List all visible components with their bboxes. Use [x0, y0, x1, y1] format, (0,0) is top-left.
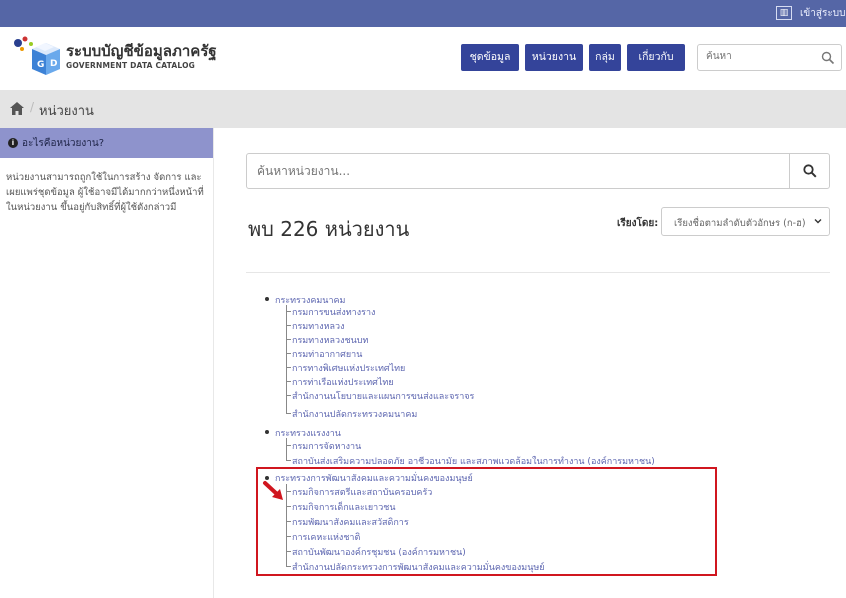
sidebar-heading-text: อะไรคือหน่วยงาน?: [22, 138, 105, 149]
breadcrumb-current[interactable]: หน่วยงาน: [39, 100, 94, 121]
tree-branch: [286, 311, 291, 312]
tree-bullet: [265, 430, 269, 434]
tree-item[interactable]: สำนักงานนโยบายและแผนการขนส่งและจราจร: [292, 389, 474, 403]
svg-text:D: D: [50, 59, 57, 69]
tree-branch: [286, 353, 291, 354]
nav-organizations-button[interactable]: หน่วยงาน: [525, 44, 583, 71]
result-count-title: พบ 226 หน่วยงาน: [248, 217, 410, 241]
annotation-highlight-box: [256, 467, 717, 576]
sort-select-value: เรียงชื่อตามลำดับตัวอักษร (ก-ฮ): [674, 218, 806, 229]
tree-ministry-labour[interactable]: กระทรวงแรงงาน: [275, 426, 341, 440]
tree-item[interactable]: การท่าเรือแห่งประเทศไทย: [292, 375, 394, 389]
sidebar-description: หน่วยงานสามารถถูกใช้ในการสร้าง จัดการ แล…: [6, 172, 204, 213]
tree-branch: [286, 325, 291, 326]
breadcrumb: / หน่วยงาน: [0, 90, 846, 128]
tree-connector: [286, 305, 287, 414]
nav-groups-button[interactable]: กลุ่ม: [589, 44, 621, 71]
tree-item[interactable]: กรมการจัดหางาน: [292, 439, 361, 453]
content-divider: [246, 272, 830, 273]
tree-connector: [286, 438, 287, 461]
info-icon: i: [8, 138, 18, 148]
brand-subtitle: GOVERNMENT DATA CATALOG: [66, 61, 196, 70]
tree-branch: [286, 367, 291, 368]
search-icon[interactable]: [821, 51, 835, 65]
breadcrumb-separator: /: [30, 100, 35, 114]
tree-item[interactable]: สำนักงานปลัดกระทรวงคมนาคม: [292, 407, 417, 421]
tree-branch: [286, 413, 291, 414]
nav-datasets-button[interactable]: ชุดข้อมูล: [461, 44, 519, 71]
tree-item[interactable]: การทางพิเศษแห่งประเทศไทย: [292, 361, 405, 375]
nav-about-button[interactable]: เกี่ยวกับ: [627, 44, 685, 71]
search-icon: [803, 164, 817, 178]
organization-search-input[interactable]: [257, 164, 757, 178]
tree-item[interactable]: กรมทางหลวง: [292, 319, 345, 333]
header-search-input[interactable]: [706, 51, 816, 62]
chevron-down-icon: [814, 219, 822, 224]
top-bar: ▥ เข้าสู่ระบบ: [0, 0, 846, 27]
organization-search: [246, 153, 830, 189]
tree-branch: [286, 381, 291, 382]
tree-item[interactable]: กรมท่าอากาศยาน: [292, 347, 362, 361]
login-link[interactable]: เข้าสู่ระบบ: [800, 6, 845, 21]
sort-select[interactable]: เรียงชื่อตามลำดับตัวอักษร (ก-ฮ): [661, 207, 830, 236]
home-icon[interactable]: [10, 102, 24, 115]
tree-item[interactable]: สถาบันส่งเสริมความปลอดภัย อาชีวอนามัย แล…: [292, 454, 655, 468]
site-header: G D ระบบบัญชีข้อมูลภาครัฐ GOVERNMENT DAT…: [0, 27, 846, 90]
organization-search-button[interactable]: [789, 154, 829, 188]
tree-branch: [286, 395, 291, 396]
sidebar-heading: i อะไรคือหน่วยงาน?: [0, 128, 213, 158]
tree-item[interactable]: กรมการขนส่งทางราง: [292, 305, 375, 319]
gd-logo[interactable]: G D: [12, 35, 62, 79]
chart-icon[interactable]: ▥: [776, 6, 792, 20]
brand-title[interactable]: ระบบบัญชีข้อมูลภาครัฐ: [66, 39, 217, 63]
svg-text:G: G: [37, 60, 44, 70]
arrow-icon: [263, 481, 283, 500]
tree-branch: [286, 339, 291, 340]
header-search: [697, 44, 842, 71]
column-divider: [213, 128, 214, 598]
tree-branch: [286, 460, 291, 461]
tree-branch: [286, 445, 291, 446]
sort-label: เรียงโดย:: [617, 218, 659, 229]
tree-bullet: [265, 297, 269, 301]
tree-item[interactable]: กรมทางหลวงชนบท: [292, 333, 368, 347]
